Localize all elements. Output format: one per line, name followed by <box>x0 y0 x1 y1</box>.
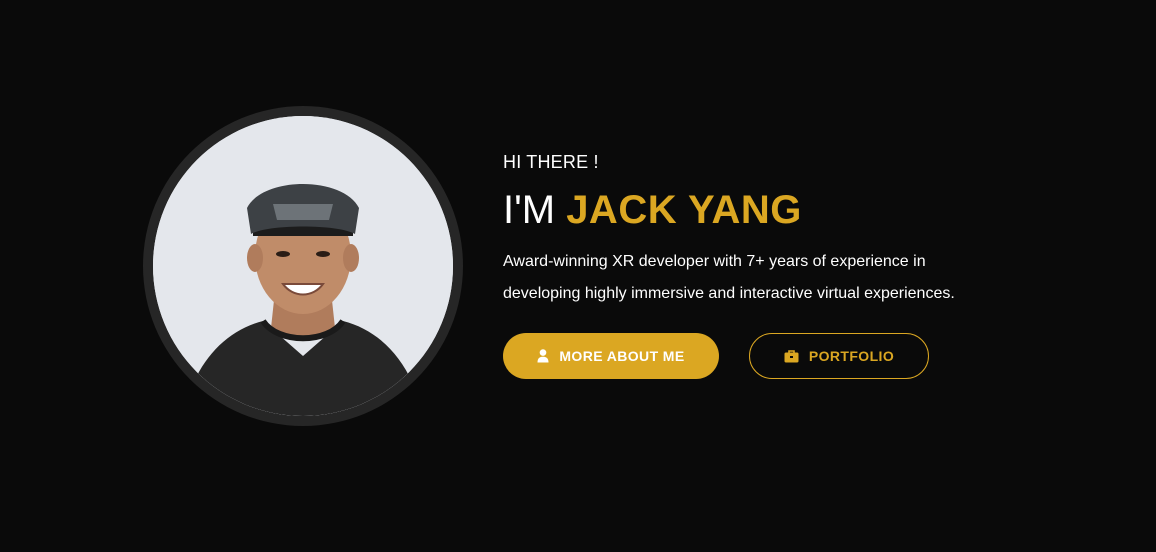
greeting-text: HI THERE ! <box>503 152 599 172</box>
briefcase-icon <box>784 349 799 363</box>
more-about-me-button[interactable]: MORE ABOUT ME <box>503 333 719 379</box>
bio-line-2: developing highly immersive and interact… <box>503 285 955 302</box>
portfolio-label: PORTFOLIO <box>808 348 895 364</box>
headline-prefix: I'M <box>503 188 567 232</box>
user-icon <box>537 349 549 363</box>
hero-section: HI THERE ! I'M JACK YANG Award-winning X… <box>0 0 1156 552</box>
hero-actions: MORE ABOUT ME PORTFOLIO <box>503 333 929 379</box>
headline-name: JACK YANG <box>566 188 802 232</box>
headline: I'M JACK YANG <box>503 186 1003 234</box>
avatar <box>153 116 453 416</box>
profile-photo <box>153 116 453 416</box>
bio-text: Award-winning XR developer with 7+ years… <box>503 246 1003 310</box>
bio-line-1: Award-winning XR developer with 7+ years… <box>503 253 926 270</box>
portfolio-button[interactable]: PORTFOLIO <box>749 333 929 379</box>
more-about-me-label: MORE ABOUT ME <box>559 348 685 364</box>
intro-block: HI THERE ! I'M JACK YANG Award-winning X… <box>503 150 1003 310</box>
